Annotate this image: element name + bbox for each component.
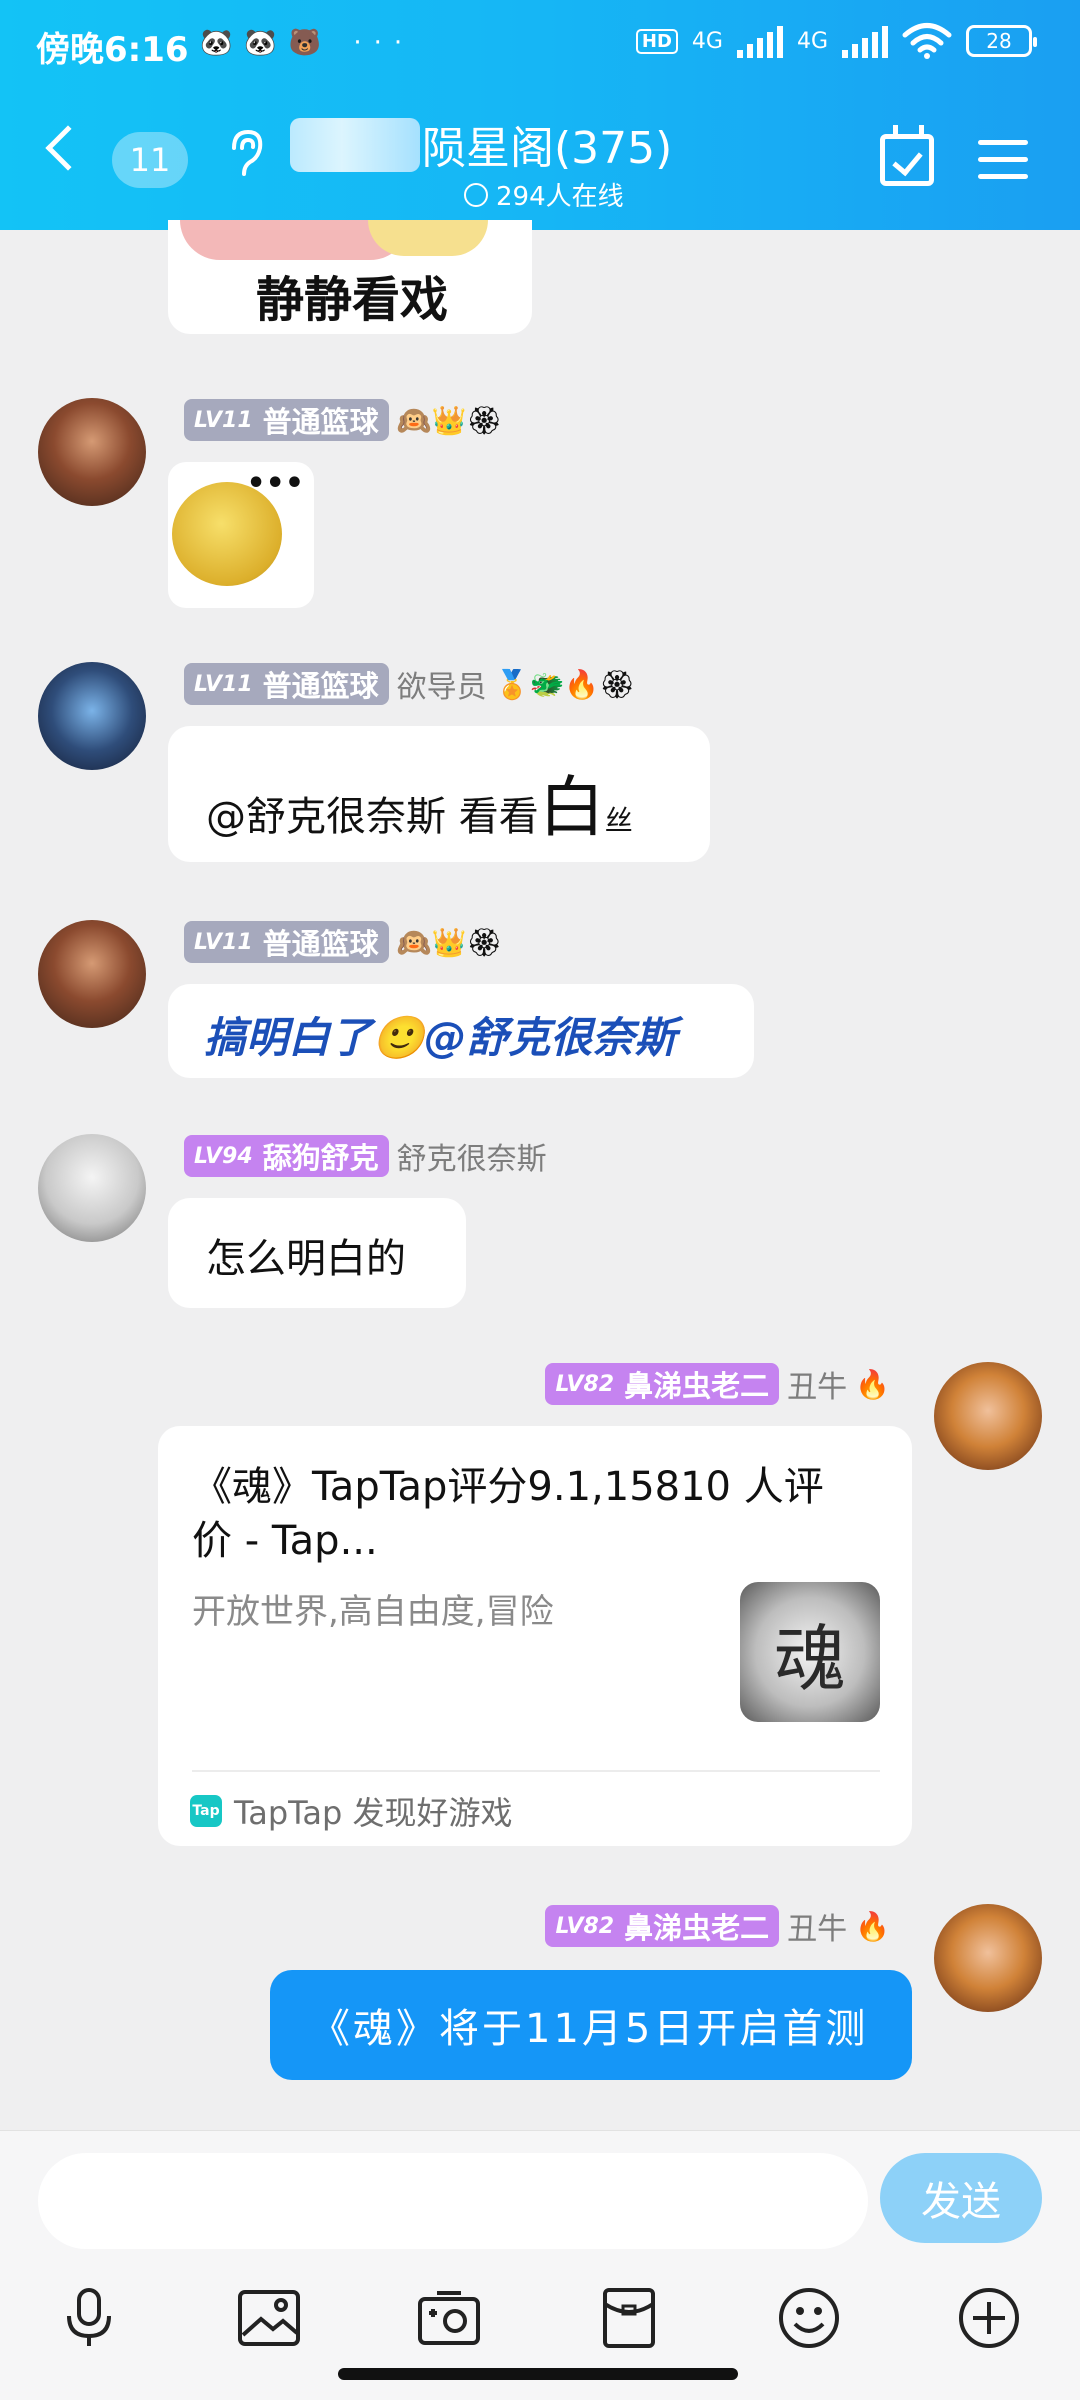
link-source-name: TapTap 发现好游戏 [234,1794,513,1832]
ear-icon[interactable] [226,128,266,178]
level-badge: LV11 普通篮球 [184,663,389,705]
sticker-text: 静静看戏 [256,272,449,328]
message-input[interactable] [38,2153,868,2249]
link-description: 开放世界,高自由度,冒险 [192,1592,554,1632]
message-bubble[interactable]: @舒克很奈斯 看看白丝 [168,726,710,862]
home-indicator[interactable] [338,2368,738,2380]
group-logo [290,118,420,172]
message-text: 搞明白了🙂@舒克很奈斯 [204,1013,677,1062]
image-icon[interactable] [234,2283,304,2353]
hd-icon: HD [635,28,678,54]
status-time: 傍晚6:16 [36,30,189,70]
plus-icon[interactable] [954,2283,1024,2353]
sender-name: 欲导员 [396,670,487,705]
title-badges: 🙉👑🏵 [396,403,502,437]
sender-info: LV94 舔狗舒克 舒克很奈斯 [184,1134,547,1178]
taptap-icon: Tap [190,1795,222,1827]
title-badges: 🙉👑🏵 [396,925,502,959]
message-bubble[interactable]: 《魂》将于11月5日开启首测 [270,1970,912,2080]
input-bar: 发送 [0,2130,1080,2400]
message-text: 怎么明白的 [206,1236,406,1282]
status-bar: 傍晚6:16 🐼🐼🐻 ··· HD 4G 4G 28 [0,0,1080,90]
sender-name: 丑牛 [787,1370,848,1405]
sender-info: LV11 普通篮球 🙉👑🏵 [184,398,502,442]
avatar[interactable] [934,1904,1042,2012]
camera-icon[interactable] [414,2283,484,2353]
send-button[interactable]: 发送 [880,2153,1042,2243]
menu-icon[interactable] [978,140,1028,180]
level-badge: LV11 普通篮球 [184,399,389,441]
online-count: 294人在线 [496,182,624,212]
level-badge: LV82 鼻涕虫老二 [545,1905,780,1947]
sender-info: LV11 普通篮球 欲导员 🏅🐲🔥🏵 [184,662,635,706]
back-arrow-icon[interactable] [45,125,91,171]
message-text: @舒克很奈斯 看看 [206,794,539,840]
avatar[interactable] [38,920,146,1028]
calendar-check-icon[interactable] [880,125,934,186]
avatar[interactable] [38,1134,146,1242]
status-indicators: HD 4G 4G 28 [635,22,1037,60]
signal-icon [736,24,783,58]
notification-icons: 🐼🐼🐻 ··· [200,28,415,58]
network-label-1: 4G [691,28,723,54]
battery-icon: 28 [966,25,1037,57]
emoji-icon[interactable] [774,2283,844,2353]
online-status[interactable]: 294人在线 [464,176,624,213]
link-thumbnail: 魂 [740,1582,880,1722]
avatar[interactable] [934,1362,1042,1470]
group-title[interactable]: 陨星阁(375) [422,112,672,176]
input-toolbar [0,2283,1080,2373]
link-card[interactable]: 《魂》TapTap评分9.1,15810 人评价 - Tap... 开放世界,高… [158,1426,912,1846]
message-text-large: 白 [538,769,605,846]
level-badge: LV82 鼻涕虫老二 [545,1363,780,1405]
fire-icon: 🔥 [855,1909,890,1943]
chat-list[interactable]: 静静看戏 LV11 普通篮球 🙉👑🏵 ••• LV11 普通篮球 欲导员 🏅🐲🔥… [0,220,1080,2130]
chat-header: 傍晚6:16 🐼🐼🐻 ··· HD 4G 4G 28 11 陨星阁(375) 2… [0,0,1080,230]
network-label-2: 4G [796,28,828,54]
link-title: 《魂》TapTap评分9.1,15810 人评价 - Tap... [192,1464,824,1564]
sender-info: LV82 鼻涕虫老二 丑牛 🔥 [545,1362,890,1406]
message-bubble[interactable]: 怎么明白的 [168,1198,466,1308]
link-source: Tap TapTap 发现好游戏 [190,1788,513,1834]
message-bubble[interactable]: 搞明白了🙂@舒克很奈斯 [168,984,754,1078]
smile-icon [464,182,488,207]
level-badge: LV11 普通篮球 [184,921,389,963]
sticker-message[interactable]: 静静看戏 [168,220,532,334]
signal-icon-2 [842,24,888,58]
unread-count-badge[interactable]: 11 [112,132,188,188]
wifi-icon [902,23,952,59]
title-badges: 🏅🐲🔥🏵 [494,667,635,701]
sender-info: LV11 普通篮球 🙉👑🏵 [184,920,502,964]
message-text-small: 丝 [604,804,633,837]
fire-icon: 🔥 [855,1367,890,1401]
microphone-icon[interactable] [54,2283,124,2353]
red-packet-icon[interactable] [594,2283,664,2353]
sender-name: 舒克很奈斯 [396,1142,547,1177]
sender-info: LV82 鼻涕虫老二 丑牛 🔥 [545,1904,890,1948]
avatar[interactable] [38,662,146,770]
sticker-message[interactable]: ••• [168,462,314,608]
message-text: 《魂》将于11月5日开启首测 [310,2006,869,2052]
divider [192,1770,880,1772]
avatar[interactable] [38,398,146,506]
level-badge: LV94 舔狗舒克 [184,1135,389,1177]
sender-name: 丑牛 [787,1912,848,1947]
